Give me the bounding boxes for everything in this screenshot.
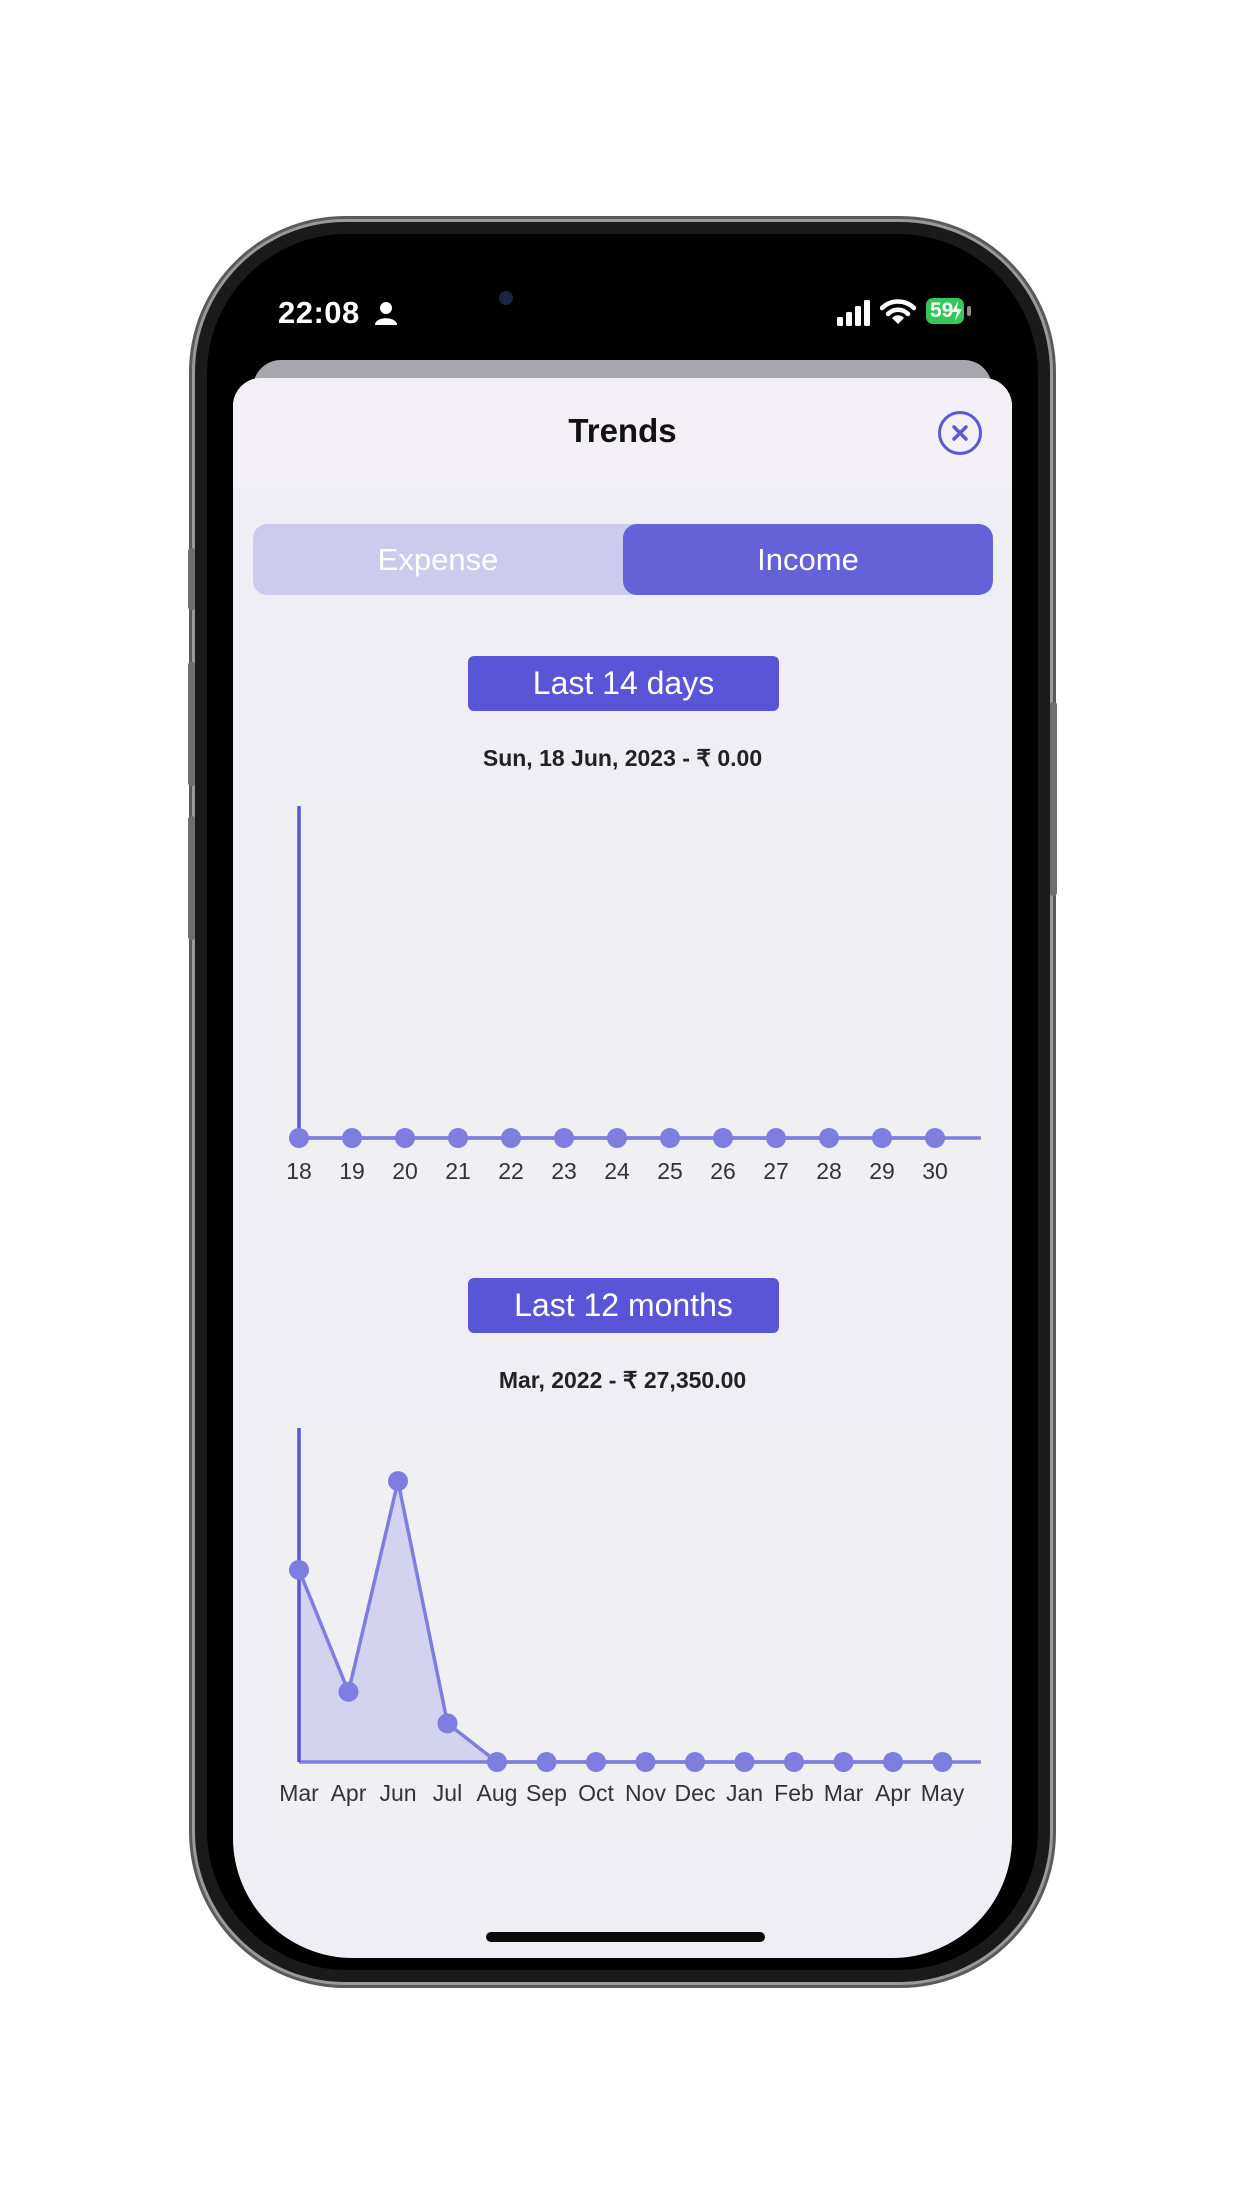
tick-label: 22 [498, 1158, 524, 1184]
power-button [1050, 702, 1057, 896]
data-point [883, 1752, 903, 1772]
selected-point-caption-12-months: Mar, 2022 - ₹ 27,350.00 [498, 1367, 747, 1393]
data-point [819, 1128, 839, 1148]
battery-level: 59 [930, 299, 954, 322]
data-point [487, 1752, 507, 1772]
tick-label: Mar [824, 1780, 864, 1806]
data-point [833, 1752, 854, 1772]
type-segmented-control: Expense Income [253, 524, 993, 595]
data-point [536, 1752, 557, 1772]
data-point [734, 1752, 755, 1772]
tick-label: Sep [526, 1780, 567, 1806]
front-camera-icon [499, 291, 513, 305]
tick-label: 27 [763, 1158, 789, 1184]
data-point [395, 1128, 415, 1148]
data-point [685, 1752, 705, 1772]
range-label-14-days[interactable]: Last 14 days [468, 656, 779, 711]
screen: 22:08 59 Trends Expense Income Last 14 d… [233, 240, 1012, 1958]
data-point [784, 1752, 804, 1772]
data-point [437, 1713, 458, 1734]
status-bar: 22:08 59 [233, 240, 1012, 340]
tick-label: 30 [922, 1158, 948, 1184]
data-point [713, 1128, 733, 1148]
data-point [338, 1681, 359, 1702]
chart-14-days[interactable]: 18 19 20 21 22 23 24 25 26 27 28 29 30 [269, 806, 981, 1196]
chart-12-months[interactable]: Mar Apr Jun Jul Aug Sep Oct Nov Dec Jan Feb Mar Apr M… [269, 1428, 981, 1828]
tick-label: Feb [774, 1780, 814, 1806]
tick-label: 25 [657, 1158, 683, 1184]
tick-label: Mar [279, 1780, 319, 1806]
status-time: 22:08 [278, 295, 360, 330]
tick-label: Jul [433, 1780, 462, 1806]
charging-bolt-icon [952, 301, 962, 321]
data-point [586, 1752, 606, 1772]
selected-point-caption-14-days: Sun, 18 Jun, 2023 - ₹ 0.00 [482, 745, 763, 771]
tick-label: 18 [286, 1158, 312, 1184]
battery-cap [967, 306, 971, 316]
tick-label: Oct [578, 1780, 614, 1806]
volume-down-button [188, 816, 195, 940]
trends-sheet: Trends Expense Income Last 14 days Sun, … [233, 378, 1012, 1958]
wifi-icon [880, 299, 916, 324]
tick-label: 29 [869, 1158, 895, 1184]
range-label-12-months[interactable]: Last 12 months [468, 1278, 779, 1333]
data-point [501, 1128, 521, 1148]
tick-label: Nov [625, 1780, 666, 1806]
data-point [388, 1471, 408, 1492]
tick-label: Jan [726, 1780, 763, 1806]
data-point [342, 1128, 362, 1148]
tick-label: May [921, 1780, 965, 1806]
data-point [635, 1752, 656, 1772]
segment-income[interactable]: Income [623, 524, 993, 595]
data-point [932, 1752, 953, 1772]
tick-label: 19 [339, 1158, 365, 1184]
data-point [289, 1559, 309, 1580]
chart-12-months-svg[interactable]: Mar Apr Jun Jul Aug Sep Oct Nov Dec Jan Feb Mar Apr M… [269, 1428, 981, 1828]
home-indicator [486, 1932, 765, 1942]
tick-label: Dec [675, 1780, 716, 1806]
close-icon [952, 425, 968, 441]
tick-label: Apr [331, 1780, 367, 1806]
data-point [554, 1128, 574, 1148]
data-point [289, 1128, 309, 1148]
tick-label: 28 [816, 1158, 842, 1184]
sheet-title: Trends [568, 412, 677, 449]
person-icon [375, 302, 397, 325]
mute-switch [188, 548, 195, 610]
volume-up-button [188, 662, 195, 786]
tick-label: 23 [551, 1158, 577, 1184]
data-point [607, 1128, 627, 1148]
tick-label: 21 [445, 1158, 471, 1184]
tick-label: 20 [392, 1158, 418, 1184]
close-button[interactable] [938, 411, 982, 455]
chart-14-days-svg[interactable]: 18 19 20 21 22 23 24 25 26 27 28 29 30 [269, 806, 981, 1196]
area-fill [299, 1481, 943, 1762]
cellular-signal-icon [837, 300, 870, 326]
data-point [872, 1128, 892, 1148]
segment-expense[interactable]: Expense [253, 524, 623, 595]
data-point [448, 1128, 468, 1148]
sheet-header: Trends [233, 378, 1012, 488]
tick-label: 24 [604, 1158, 630, 1184]
data-point [925, 1128, 945, 1148]
tick-label: 26 [710, 1158, 736, 1184]
data-point [766, 1128, 786, 1148]
tick-label: Jun [379, 1780, 416, 1806]
tick-label: Aug [477, 1780, 518, 1806]
data-point [660, 1128, 680, 1148]
tick-label: Apr [875, 1780, 911, 1806]
